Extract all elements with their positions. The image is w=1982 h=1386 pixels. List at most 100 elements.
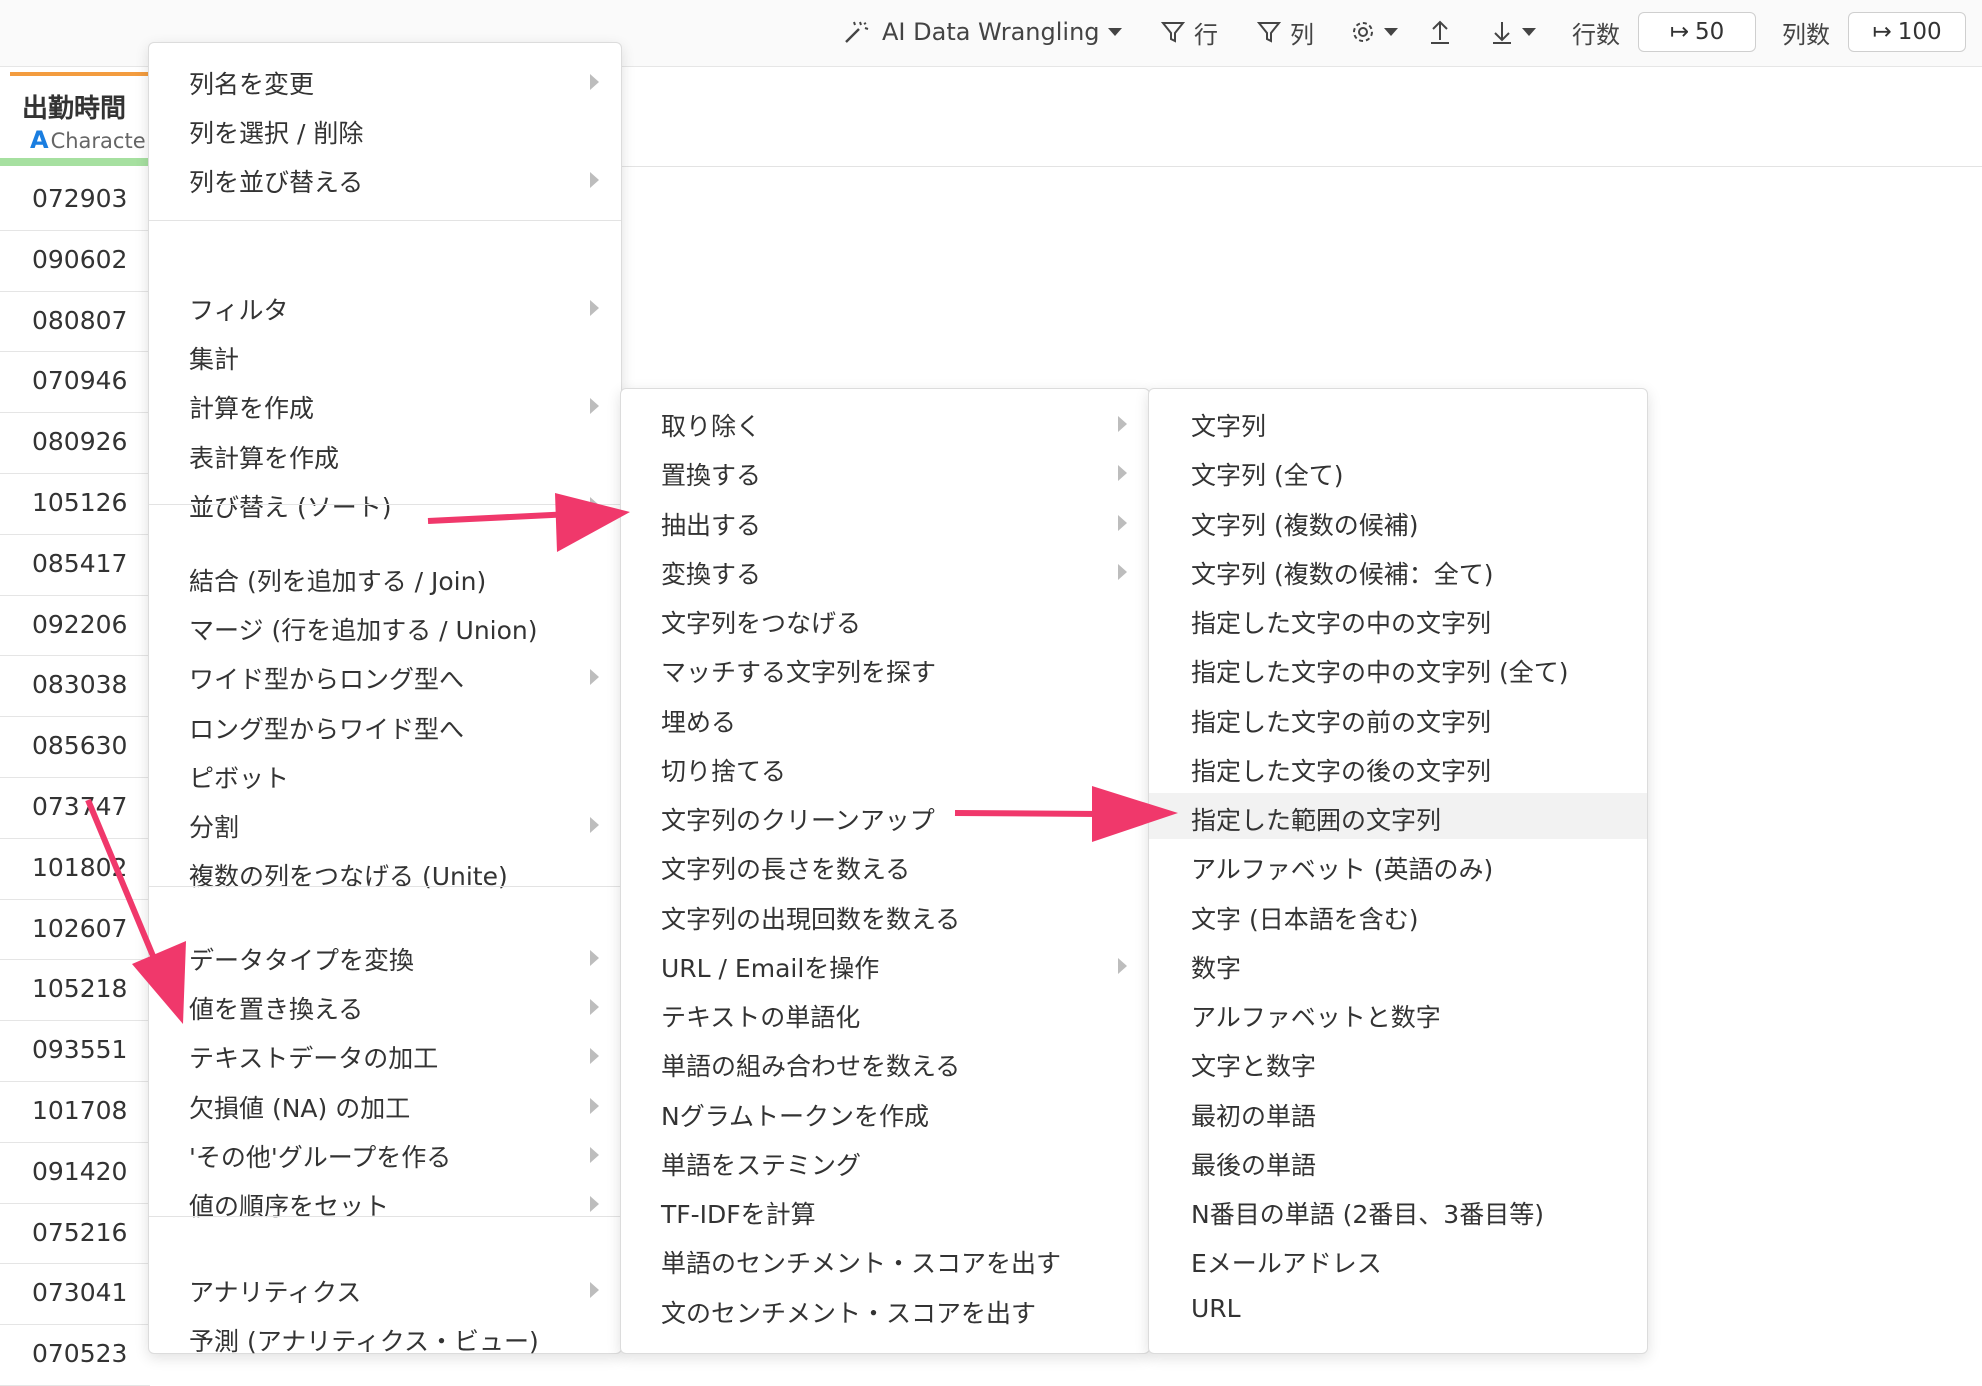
extract-option[interactable]: 文字列 (複数の候補：全て) — [1149, 547, 1647, 593]
menu-item[interactable]: ワイド型からロング型へ — [149, 652, 621, 698]
menu-item[interactable]: 値の順序をセット — [149, 1179, 621, 1225]
menu-item-label: データタイプを変換 — [189, 946, 415, 975]
ai-data-wrangling-button[interactable]: AI Data Wrangling — [842, 12, 1122, 52]
cell-value: 090602 — [32, 244, 128, 274]
filter-icon — [1256, 22, 1282, 43]
menu-item[interactable]: テキストデータの加工 — [149, 1031, 621, 1077]
extract-option-label: 文字 (日本語を含む) — [1191, 904, 1419, 934]
extract-option-label: Eメールアドレス — [1191, 1249, 1382, 1279]
extract-option[interactable]: アルファベットと数字 — [1149, 990, 1647, 1036]
menu-item[interactable]: 並び替え (ソート) — [149, 480, 621, 526]
menu-item[interactable]: 'その他'グループを作る — [149, 1130, 621, 1176]
column-filter-button[interactable]: 列 — [1256, 12, 1314, 52]
menu-item-label: 値の順序をセット — [189, 1192, 390, 1221]
menu-item[interactable]: アナリティクス — [149, 1265, 621, 1311]
submenu-item[interactable]: マッチする文字列を探す — [621, 645, 1149, 691]
extract-option[interactable]: 最初の単語 — [1149, 1089, 1647, 1135]
menu-item[interactable]: 計算を作成 — [149, 381, 621, 427]
submenu-item[interactable]: 文のセンチメント・スコアを出す — [621, 1286, 1149, 1332]
rows-count-button[interactable]: ↦ 50 — [1638, 12, 1756, 52]
menu-item-label: 'その他'グループを作る — [189, 1142, 452, 1172]
submenu-item[interactable]: 単語をステミング — [621, 1138, 1149, 1184]
menu-item[interactable]: ロング型からワイド型へ — [149, 702, 621, 748]
extract-option[interactable]: アルファベット (英語のみ) — [1149, 842, 1647, 888]
menu-item-label: 列名を変更 — [189, 70, 315, 99]
menu-item[interactable]: マージ (行を追加する / Union) — [149, 603, 621, 649]
table-row: 085630 — [0, 717, 150, 778]
submenu-item[interactable]: 文字列の出現回数を数える — [621, 892, 1149, 938]
table-row: 070946 — [0, 352, 150, 414]
menu-item[interactable]: 値を置き換える — [149, 982, 621, 1028]
submenu-item[interactable]: 単語のセンチメント・スコアを出す — [621, 1236, 1149, 1282]
extract-option-label: 指定した範囲の文字列 — [1191, 806, 1442, 835]
menu-item-label: 欠損値 (NA) の加工 — [189, 1093, 411, 1123]
menu-item[interactable]: データタイプを変換 — [149, 933, 621, 979]
menu-item[interactable]: 結合 (列を追加する / Join) — [149, 554, 621, 600]
submenu-item[interactable]: 抽出する — [621, 498, 1149, 544]
extract-option[interactable]: 指定した範囲の文字列 — [1149, 793, 1647, 839]
submenu-item-label: 文字列のクリーンアップ — [661, 806, 935, 835]
submenu-item[interactable]: 文字列をつなげる — [621, 596, 1149, 642]
extract-option[interactable]: N番目の単語 (2番目、3番目等) — [1149, 1187, 1647, 1233]
submenu-item[interactable]: TF-IDFを計算 — [621, 1187, 1149, 1233]
submenu-item[interactable]: 文字列の長さを数える — [621, 842, 1149, 888]
menu-item[interactable]: 欠損値 (NA) の加工 — [149, 1081, 621, 1127]
submenu-item[interactable]: 変換する — [621, 547, 1149, 593]
upload-button[interactable] — [1428, 12, 1452, 52]
menu-item[interactable]: 列を並び替える — [149, 155, 621, 201]
extract-option[interactable]: 指定した文字の後の文字列 — [1149, 744, 1647, 790]
submenu-item[interactable]: 単語の組み合わせを数える — [621, 1039, 1149, 1085]
extract-option[interactable]: Eメールアドレス — [1149, 1236, 1647, 1282]
table-row: 075216 — [0, 1204, 150, 1265]
chevron-right-icon — [590, 398, 599, 415]
cell-value: 073041 — [32, 1278, 128, 1308]
extract-option[interactable]: 最後の単語 — [1149, 1138, 1647, 1184]
submenu-item[interactable]: 切り捨てる — [621, 744, 1149, 790]
columns-count-value: 100 — [1897, 19, 1942, 45]
menu-item[interactable]: フィルタ — [149, 283, 621, 329]
menu-item[interactable]: 予測 (アナリティクス・ビュー) — [149, 1314, 621, 1360]
row-filter-button[interactable]: 行 — [1160, 12, 1218, 52]
submenu-item[interactable]: 文字列のクリーンアップ — [621, 793, 1149, 839]
menu-item[interactable]: 集計 — [149, 332, 621, 378]
menu-item[interactable]: 分割 — [149, 800, 621, 846]
cell-value: 091420 — [32, 1156, 128, 1186]
menu-item-label: 予測 (アナリティクス・ビュー) — [189, 1327, 539, 1357]
extract-option[interactable]: 文字列 (全て) — [1149, 448, 1647, 494]
extract-option[interactable]: 文字列 — [1149, 399, 1647, 445]
cell-value: 080807 — [32, 305, 128, 335]
table-row: 085417 — [0, 535, 150, 596]
extract-option-label: アルファベット (英語のみ) — [1191, 855, 1494, 885]
extract-option[interactable]: 文字と数字 — [1149, 1039, 1647, 1085]
menu-item[interactable]: 複数の列をつなげる (Unite) — [149, 849, 621, 895]
rows-label: 行数 — [1572, 20, 1620, 49]
download-icon — [1493, 22, 1511, 44]
menu-item[interactable]: 列名を変更 — [149, 57, 621, 103]
submenu-item[interactable]: Nグラムトークンを作成 — [621, 1089, 1149, 1135]
column-quality-bar — [0, 158, 150, 166]
extract-option[interactable]: 指定した文字の中の文字列 — [1149, 596, 1647, 642]
extract-option[interactable]: 文字 (日本語を含む) — [1149, 892, 1647, 938]
extract-option[interactable]: 指定した文字の前の文字列 — [1149, 695, 1647, 741]
download-button[interactable] — [1490, 12, 1536, 52]
menu-item[interactable]: ピボット — [149, 751, 621, 797]
cell-value: 075216 — [32, 1217, 128, 1247]
columns-count-button[interactable]: ↦ 100 — [1848, 12, 1966, 52]
extract-option[interactable]: 指定した文字の中の文字列 (全て) — [1149, 645, 1647, 691]
menu-item[interactable]: 表計算を作成 — [149, 431, 621, 477]
settings-button[interactable] — [1350, 12, 1398, 52]
submenu-item[interactable]: 埋める — [621, 695, 1149, 741]
submenu-item[interactable]: 置換する — [621, 448, 1149, 494]
submenu-item[interactable]: URL / Emailを操作 — [621, 941, 1149, 987]
extract-option-label: 文字列 (全て) — [1191, 461, 1344, 491]
submenu-item-label: 文字列をつなげる — [661, 609, 862, 638]
extract-option-label: 最初の単語 — [1191, 1101, 1317, 1131]
cell-value: 072903 — [32, 184, 128, 213]
chevron-right-icon — [590, 950, 599, 966]
extract-option[interactable]: URL — [1149, 1286, 1647, 1332]
submenu-item[interactable]: テキストの単語化 — [621, 990, 1149, 1036]
submenu-item[interactable]: 取り除く — [621, 399, 1149, 445]
extract-option[interactable]: 文字列 (複数の候補) — [1149, 498, 1647, 544]
menu-item[interactable]: 列を選択 / 削除 — [149, 106, 621, 152]
extract-option[interactable]: 数字 — [1149, 941, 1647, 987]
